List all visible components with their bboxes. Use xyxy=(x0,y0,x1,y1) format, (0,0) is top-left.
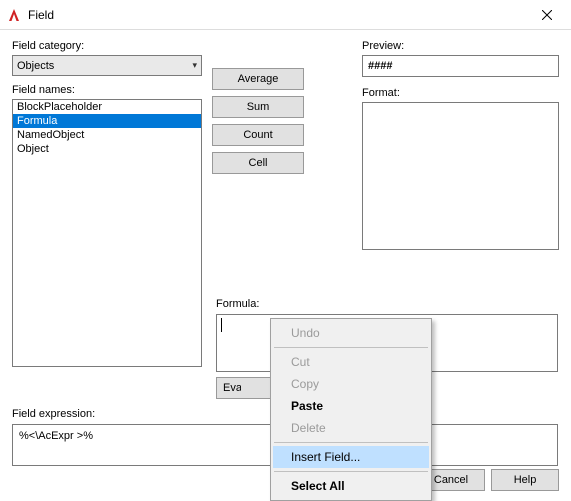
field-category-combo[interactable]: Objects ▾ xyxy=(12,55,202,76)
list-item[interactable]: BlockPlaceholder xyxy=(13,100,201,114)
text-cursor xyxy=(221,318,222,332)
menu-delete[interactable]: Delete xyxy=(273,417,429,439)
help-button[interactable]: Help xyxy=(491,469,559,491)
menu-paste[interactable]: Paste xyxy=(273,395,429,417)
menu-insert-field[interactable]: Insert Field... xyxy=(273,446,429,468)
field-names-listbox[interactable]: BlockPlaceholder Formula NamedObject Obj… xyxy=(12,99,202,367)
menu-separator xyxy=(274,471,428,472)
sum-button[interactable]: Sum xyxy=(212,96,304,118)
formula-label: Formula: xyxy=(216,298,259,310)
field-expression-value: %<\AcExpr >% xyxy=(19,430,93,442)
menu-select-all[interactable]: Select All xyxy=(273,475,429,497)
app-icon xyxy=(6,7,22,23)
menu-separator xyxy=(274,347,428,348)
field-names-label: Field names: xyxy=(12,84,212,96)
context-menu: Undo Cut Copy Paste Delete Insert Field.… xyxy=(270,318,432,501)
format-listbox[interactable] xyxy=(362,102,559,250)
format-label: Format: xyxy=(362,87,559,99)
menu-separator xyxy=(274,442,428,443)
chevron-down-icon: ▾ xyxy=(192,60,197,71)
dialog-body: Field category: Objects ▾ Field names: B… xyxy=(0,30,571,501)
menu-copy[interactable]: Copy xyxy=(273,373,429,395)
cell-button[interactable]: Cell xyxy=(212,152,304,174)
field-category-label: Field category: xyxy=(12,40,212,52)
menu-undo[interactable]: Undo xyxy=(273,322,429,344)
average-button[interactable]: Average xyxy=(212,68,304,90)
close-button[interactable] xyxy=(525,1,569,29)
list-item[interactable]: Formula xyxy=(13,114,201,128)
count-button[interactable]: Count xyxy=(212,124,304,146)
field-category-value: Objects xyxy=(17,60,54,72)
list-item[interactable]: NamedObject xyxy=(13,128,201,142)
menu-cut[interactable]: Cut xyxy=(273,351,429,373)
titlebar: Field xyxy=(0,0,571,30)
field-expression-label: Field expression: xyxy=(12,408,95,420)
window-title: Field xyxy=(28,8,54,22)
list-item[interactable]: Object xyxy=(13,142,201,156)
preview-label: Preview: xyxy=(362,40,559,52)
preview-value: #### xyxy=(362,55,559,77)
